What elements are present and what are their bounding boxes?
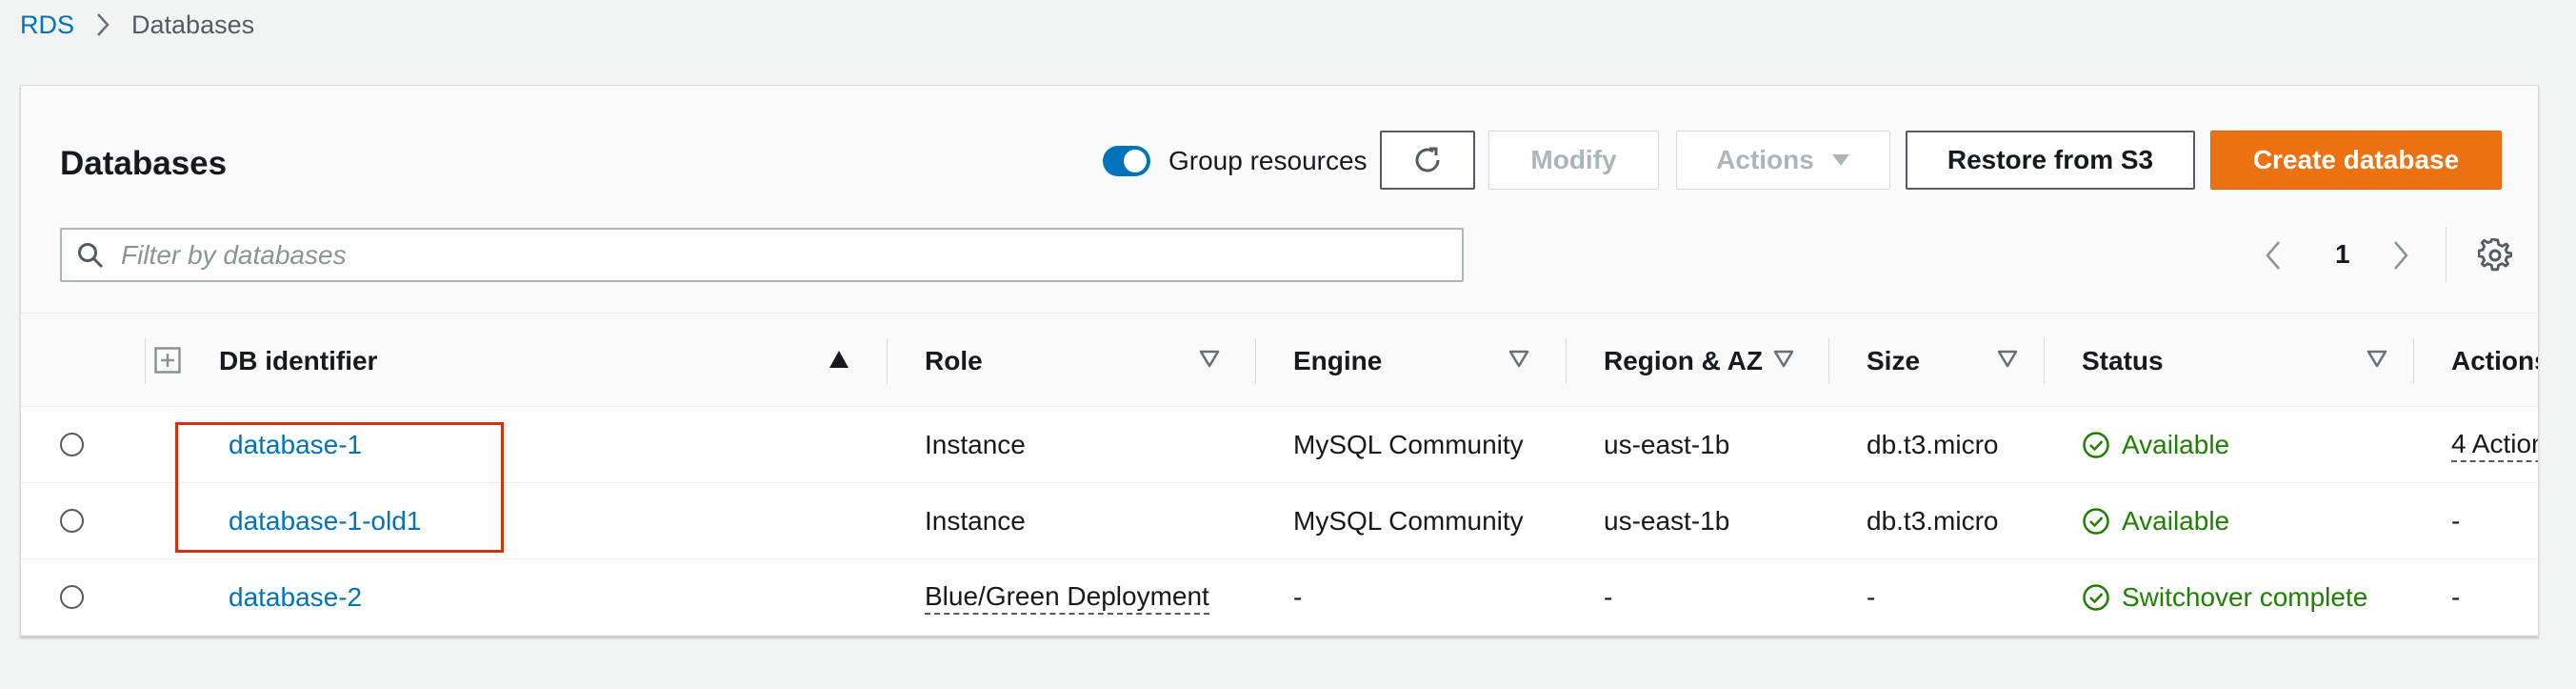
group-resources-toggle[interactable] [1103,146,1150,176]
status-cell: Switchover complete [2082,559,2367,636]
actions-cell: - [2451,582,2461,612]
engine-cell: MySQL Community [1293,430,1524,459]
column-header-role[interactable]: Role [925,314,983,408]
column-header-size[interactable]: Size [1867,314,1920,408]
filter-field[interactable] [60,228,1464,282]
next-page-icon[interactable] [2392,240,2409,271]
status-label: Available [2122,506,2230,536]
search-icon [77,242,104,269]
engine-cell: - [1293,582,1303,612]
sort-icon[interactable] [1773,350,1794,369]
breadcrumb-current: Databases [131,10,255,39]
region-cell: - [1604,582,1613,612]
column-header-actions[interactable]: Actions [2451,314,2538,408]
row-select-radio[interactable] [60,433,84,456]
status-cell: Available [2082,483,2229,559]
table-header: DB identifier Role Engine Region & AZ Si… [21,313,2538,407]
status-cell: Available [2082,407,2229,483]
group-resources-label: Group resources [1168,146,1368,175]
gear-icon[interactable] [2478,238,2512,273]
column-separator [2044,338,2045,384]
table-row[interactable]: database-2 Blue/Green Deployment - - - S… [21,559,2538,636]
databases-panel: Databases Group resources Modify Actions… [20,85,2539,637]
check-circle-icon [2082,431,2110,459]
page-title: Databases [60,145,228,182]
breadcrumb: RDS Databases [20,10,254,40]
expand-all-icon[interactable] [154,347,181,374]
modify-button[interactable]: Modify [1488,131,1659,190]
sort-ascending-icon[interactable] [829,350,849,369]
column-separator [1828,338,1829,384]
actions-dropdown[interactable]: Actions [1676,131,1890,190]
status-label: Available [2122,430,2230,459]
refresh-button[interactable] [1380,131,1475,190]
filter-input[interactable] [121,239,1435,271]
column-header-region[interactable]: Region & AZ [1604,314,1763,408]
actions-cell[interactable]: 4 Actions [2451,407,2538,483]
db-identifier-link[interactable]: database-2 [229,559,362,636]
sort-icon[interactable] [1199,350,1220,369]
column-header-db-identifier[interactable]: DB identifier [219,314,377,408]
size-cell: db.t3.micro [1867,430,1999,459]
actions-cell: - [2451,506,2461,536]
create-database-button[interactable]: Create database [2210,131,2502,190]
sort-icon[interactable] [1997,350,2018,369]
breadcrumb-rds-link[interactable]: RDS [20,10,74,40]
refresh-icon [1410,143,1445,177]
column-separator [1255,338,1256,384]
role-label[interactable]: Blue/Green Deployment [925,580,1209,615]
region-cell: us-east-1b [1604,506,1730,536]
row-select-radio[interactable] [60,585,84,609]
size-cell: db.t3.micro [1867,506,1999,536]
column-separator [1566,338,1567,384]
previous-page-icon[interactable] [2265,240,2282,271]
highlight-annotation-box [175,422,504,553]
restore-from-s3-button[interactable]: Restore from S3 [1906,131,2195,190]
column-separator [145,338,146,384]
column-header-engine[interactable]: Engine [1293,314,1382,408]
row-select-radio[interactable] [60,509,84,533]
page-number[interactable]: 1 [2335,237,2350,272]
size-cell: - [1867,582,1876,612]
actions-label: Actions [1716,145,1814,174]
status-label: Switchover complete [2122,582,2368,612]
role-cell: Instance [925,506,1026,536]
column-separator [2413,338,2414,384]
role-cell: Blue/Green Deployment [925,559,1209,636]
actions-count[interactable]: 4 Actions [2451,428,2538,462]
column-header-status[interactable]: Status [2082,314,2164,408]
role-cell: Instance [925,430,1026,459]
engine-cell: MySQL Community [1293,506,1524,536]
sort-icon[interactable] [1508,350,1529,369]
caret-down-icon [1831,153,1850,167]
chevron-right-icon [95,12,110,37]
check-circle-icon [2082,507,2110,536]
region-cell: us-east-1b [1604,430,1730,459]
sort-icon[interactable] [2366,350,2387,369]
check-circle-icon [2082,583,2110,612]
column-separator [887,338,888,384]
